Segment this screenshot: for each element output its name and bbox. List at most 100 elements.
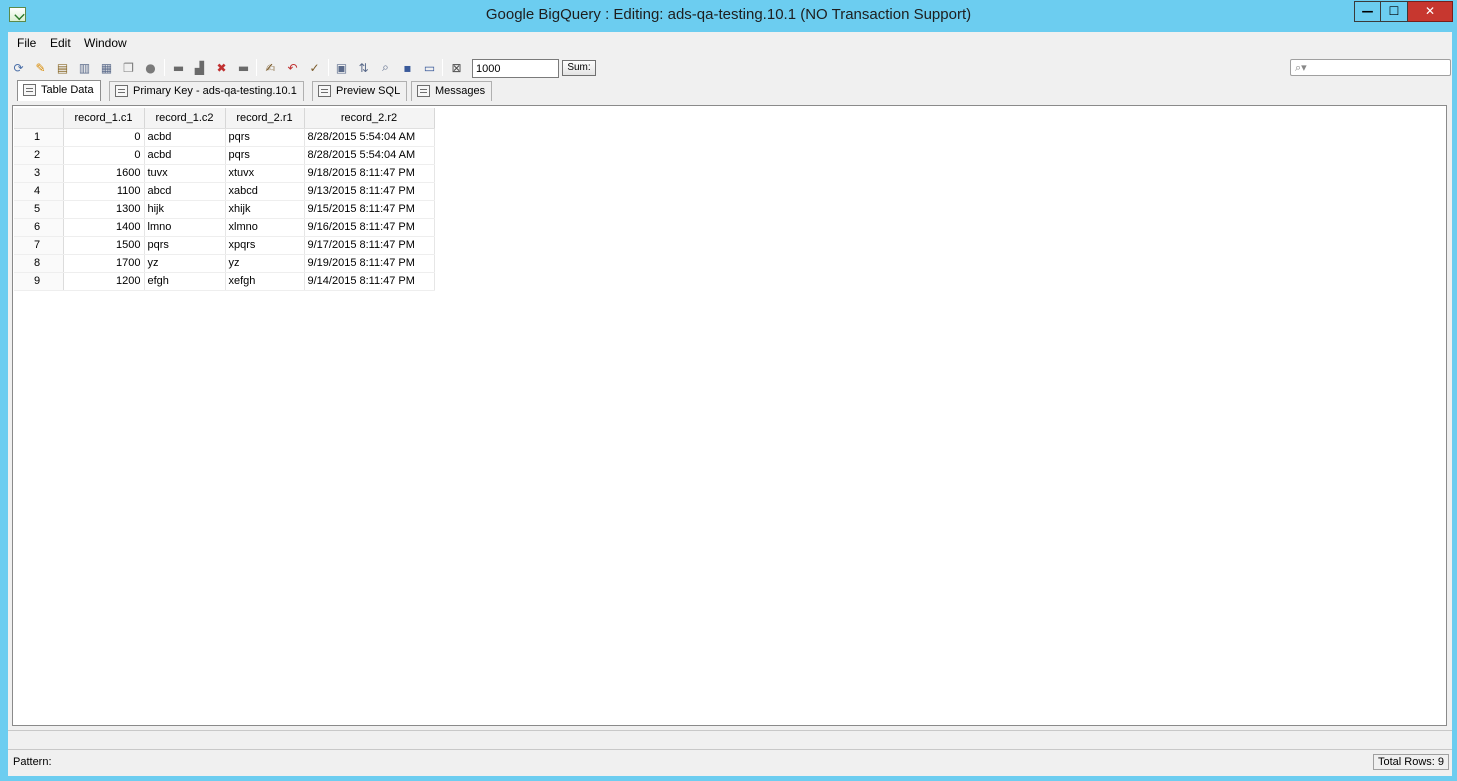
table-cell[interactable]: 9/13/2015 8:11:47 PM bbox=[304, 182, 435, 201]
tab-primary-key[interactable]: Primary Key - ads-qa-testing.10.1 bbox=[109, 81, 304, 101]
column-header-record-1-c2[interactable]: record_1.c2 bbox=[144, 108, 226, 129]
filter-icon[interactable]: ▣ bbox=[333, 59, 350, 76]
table-cell[interactable]: 8/28/2015 5:54:04 AM bbox=[304, 128, 435, 147]
table-cell[interactable]: 1700 bbox=[63, 254, 145, 273]
row-limit-input[interactable] bbox=[472, 59, 559, 78]
table-cell[interactable]: 1400 bbox=[63, 218, 145, 237]
table-row[interactable]: 2 0 acbd pqrs 8/28/2015 5:54:04 AM bbox=[14, 146, 435, 165]
tab-label: Preview SQL bbox=[336, 85, 401, 97]
total-rows-indicator: Total Rows: 9 bbox=[1372, 754, 1449, 770]
status-bar: Pattern: Total Rows: 9 bbox=[8, 752, 1452, 772]
table-cell[interactable]: pqrs bbox=[225, 146, 305, 165]
table-cell[interactable]: yz bbox=[144, 254, 226, 273]
stop-icon[interactable]: ● bbox=[142, 59, 159, 76]
copy-icon[interactable]: ❐ bbox=[120, 59, 137, 76]
tab-label: Primary Key - ads-qa-testing.10.1 bbox=[133, 85, 297, 97]
table-cell[interactable]: hijk bbox=[144, 200, 226, 219]
menu-window[interactable]: Window bbox=[84, 36, 127, 50]
table-cell[interactable]: 8/28/2015 5:54:04 AM bbox=[304, 146, 435, 165]
table-cell[interactable]: 1500 bbox=[63, 236, 145, 255]
table-cell[interactable]: acbd bbox=[144, 128, 226, 147]
column-header-record-1-c1[interactable]: record_1.c1 bbox=[63, 108, 145, 129]
tab-table-data[interactable]: Table Data bbox=[17, 80, 101, 101]
row-number[interactable]: 1 bbox=[14, 128, 64, 147]
table-row[interactable]: 5 1300 hijk xhijk 9/15/2015 8:11:47 PM bbox=[14, 200, 435, 219]
table-row[interactable]: 1 0 acbd pqrs 8/28/2015 5:54:04 AM bbox=[14, 128, 435, 147]
table-cell[interactable]: yz bbox=[225, 254, 305, 273]
clear-filter-icon[interactable]: ⊠ bbox=[448, 59, 465, 76]
row-number[interactable]: 3 bbox=[14, 164, 64, 183]
table-cell[interactable]: pqrs bbox=[225, 128, 305, 147]
table-cell[interactable]: xlmno bbox=[225, 218, 305, 237]
table-cell[interactable]: pqrs bbox=[144, 236, 226, 255]
row-number[interactable]: 8 bbox=[14, 254, 64, 273]
table-cell[interactable]: xtuvx bbox=[225, 164, 305, 183]
table-cell[interactable]: acbd bbox=[144, 146, 226, 165]
print-icon[interactable]: ▦ bbox=[98, 59, 115, 76]
sum-button[interactable]: Sum: bbox=[562, 60, 596, 76]
table-cell[interactable]: 9/18/2015 8:11:47 PM bbox=[304, 164, 435, 183]
add-row-icon[interactable]: ▟ bbox=[191, 59, 208, 76]
close-button[interactable]: ✕ bbox=[1408, 1, 1453, 22]
columns-icon[interactable]: ▪ bbox=[399, 59, 416, 76]
commit-icon[interactable]: ✓ bbox=[306, 59, 323, 76]
table-cell[interactable]: tuvx bbox=[144, 164, 226, 183]
row-number[interactable]: 2 bbox=[14, 146, 64, 165]
remove-row-icon[interactable]: ▬ bbox=[235, 59, 252, 76]
table-cell[interactable]: 0 bbox=[63, 146, 145, 165]
table-row[interactable]: 6 1400 lmno xlmno 9/16/2015 8:11:47 PM bbox=[14, 218, 435, 237]
form-view-icon[interactable]: ▭ bbox=[421, 59, 438, 76]
table-row[interactable]: 7 1500 pqrs xpqrs 9/17/2015 8:11:47 PM bbox=[14, 236, 435, 255]
title-bar[interactable]: Google BigQuery : Editing: ads-qa-testin… bbox=[0, 0, 1457, 32]
table-cell[interactable]: xabcd bbox=[225, 182, 305, 201]
edit-icon[interactable]: ✎ bbox=[32, 59, 49, 76]
table-row[interactable]: 9 1200 efgh xefgh 9/14/2015 8:11:47 PM bbox=[14, 272, 435, 291]
rollback-icon[interactable]: ↶ bbox=[284, 59, 301, 76]
copy-table-icon[interactable]: ▤ bbox=[54, 59, 71, 76]
find-icon[interactable]: ⌕ bbox=[377, 59, 394, 76]
menu-edit[interactable]: Edit bbox=[50, 36, 71, 50]
row-header-corner[interactable] bbox=[14, 108, 64, 129]
sort-icon[interactable]: ⇅ bbox=[355, 59, 372, 76]
table-row[interactable]: 8 1700 yz yz 9/19/2015 8:11:47 PM bbox=[14, 254, 435, 273]
table-cell[interactable]: efgh bbox=[144, 272, 226, 291]
row-number[interactable]: 5 bbox=[14, 200, 64, 219]
table-cell[interactable]: 1200 bbox=[63, 272, 145, 291]
table-cell[interactable]: 9/14/2015 8:11:47 PM bbox=[304, 272, 435, 291]
paste-table-icon[interactable]: ▥ bbox=[76, 59, 93, 76]
table-cell[interactable]: xhijk bbox=[225, 200, 305, 219]
column-header-record-2-r1[interactable]: record_2.r1 bbox=[225, 108, 305, 129]
row-number[interactable]: 6 bbox=[14, 218, 64, 237]
delete-row-icon[interactable]: ✖ bbox=[213, 59, 230, 76]
insert-row-icon[interactable]: ▬ bbox=[170, 59, 187, 76]
table-cell[interactable]: 1600 bbox=[63, 164, 145, 183]
tab-preview-sql[interactable]: Preview SQL bbox=[312, 81, 408, 101]
table-cell[interactable]: 9/16/2015 8:11:47 PM bbox=[304, 218, 435, 237]
table-cell[interactable]: 1300 bbox=[63, 200, 145, 219]
column-header-record-2-r2[interactable]: record_2.r2 bbox=[304, 108, 435, 129]
refresh-icon[interactable]: ⟳ bbox=[10, 59, 27, 76]
table-row[interactable]: 3 1600 tuvx xtuvx 9/18/2015 8:11:47 PM bbox=[14, 164, 435, 183]
search-icon: ⌕▾ bbox=[1295, 61, 1307, 74]
table-cell[interactable]: 9/15/2015 8:11:47 PM bbox=[304, 200, 435, 219]
sql-editor-icon[interactable]: ✍ bbox=[262, 59, 279, 76]
row-number[interactable]: 4 bbox=[14, 182, 64, 201]
search-input[interactable]: ⌕▾ bbox=[1290, 59, 1451, 76]
table-cell[interactable]: 9/17/2015 8:11:47 PM bbox=[304, 236, 435, 255]
row-number[interactable]: 7 bbox=[14, 236, 64, 255]
maximize-button[interactable]: ☐ bbox=[1381, 1, 1408, 22]
minimize-button[interactable]: — bbox=[1354, 1, 1381, 22]
app-window: Google BigQuery : Editing: ads-qa-testin… bbox=[0, 0, 1457, 781]
row-number[interactable]: 9 bbox=[14, 272, 64, 291]
table-cell[interactable]: xpqrs bbox=[225, 236, 305, 255]
tab-messages[interactable]: Messages bbox=[411, 81, 493, 101]
table-cell[interactable]: 1100 bbox=[63, 182, 145, 201]
data-grid[interactable]: record_1.c1 record_1.c2 record_2.r1 reco… bbox=[14, 108, 435, 291]
table-cell[interactable]: xefgh bbox=[225, 272, 305, 291]
table-cell[interactable]: lmno bbox=[144, 218, 226, 237]
menu-file[interactable]: File bbox=[17, 36, 36, 50]
table-cell[interactable]: 9/19/2015 8:11:47 PM bbox=[304, 254, 435, 273]
table-row[interactable]: 4 1100 abcd xabcd 9/13/2015 8:11:47 PM bbox=[14, 182, 435, 201]
table-cell[interactable]: 0 bbox=[63, 128, 145, 147]
table-cell[interactable]: abcd bbox=[144, 182, 226, 201]
